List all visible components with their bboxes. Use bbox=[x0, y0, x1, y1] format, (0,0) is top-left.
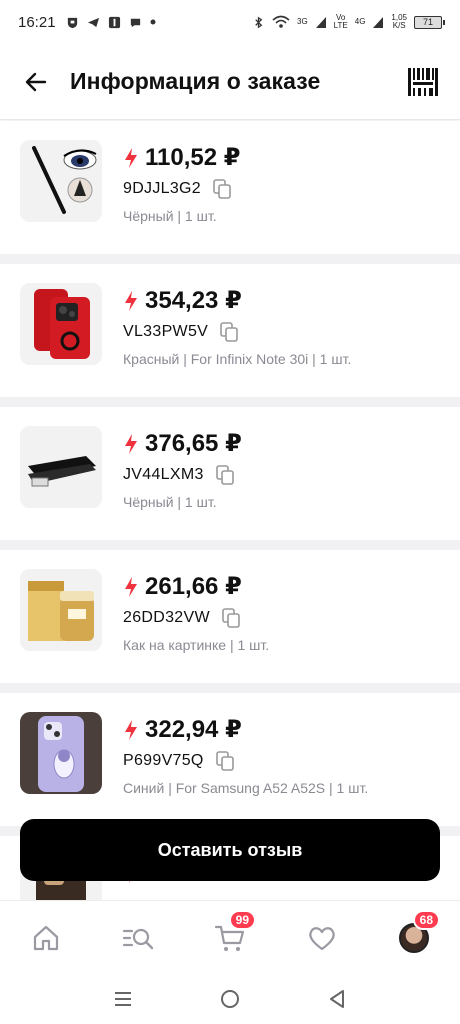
menu-lines-icon bbox=[115, 992, 132, 1006]
copy-code-button[interactable] bbox=[214, 464, 236, 486]
barcode-button[interactable] bbox=[406, 65, 440, 99]
back-system-button[interactable] bbox=[317, 979, 357, 1019]
item-code: VL33PW5V bbox=[123, 323, 209, 340]
product-image[interactable] bbox=[20, 426, 102, 508]
copy-code-button[interactable] bbox=[214, 750, 236, 772]
status-bar: 16:21 3G Vo LTE 4G 1,05 K/S 71 bbox=[0, 0, 460, 44]
battery-icon: 71 bbox=[414, 15, 445, 29]
tab-home[interactable] bbox=[16, 908, 76, 968]
tab-cart[interactable]: 99 bbox=[200, 908, 260, 968]
lightning-icon bbox=[125, 290, 137, 311]
signal-3g-icon bbox=[315, 16, 326, 28]
chat-notification-icon bbox=[130, 18, 140, 27]
tab-favorites[interactable] bbox=[292, 908, 352, 968]
page-title: Информация о заказе bbox=[70, 68, 321, 94]
item-info: 376,65 ₽ JV44LXM3 Чёрный | 1 шт. bbox=[123, 426, 242, 540]
item-code: P699V75Q bbox=[123, 752, 204, 769]
item-variant: Чёрный | 1 шт. bbox=[123, 494, 217, 510]
home-icon bbox=[33, 925, 59, 950]
profile-badge: 68 bbox=[412, 909, 440, 930]
copy-code-button[interactable] bbox=[211, 178, 233, 200]
home-system-button[interactable] bbox=[210, 979, 250, 1019]
barcode-icon bbox=[408, 67, 438, 96]
bottom-tab-bar: 99 68 bbox=[0, 900, 460, 974]
product-image[interactable] bbox=[20, 712, 102, 794]
item-variant: Красный | For Infinix Note 30i | 1 шт. bbox=[123, 351, 352, 367]
copy-icon bbox=[215, 751, 234, 771]
shield-notification-icon bbox=[67, 17, 77, 28]
triangle-back-icon bbox=[329, 990, 344, 1008]
volte-label: Vo LTE bbox=[333, 13, 348, 30]
network-3g-label: 3G bbox=[297, 17, 308, 26]
item-variant: Синий | For Samsung A52 A52S | 1 шт. bbox=[123, 780, 369, 796]
bluetooth-icon bbox=[255, 16, 263, 28]
copy-code-button[interactable] bbox=[220, 607, 242, 629]
item-variant: Чёрный | 1 шт. bbox=[123, 208, 217, 224]
network-4g-label: 4G bbox=[354, 17, 366, 26]
item-price: 110,52 ₽ bbox=[145, 144, 241, 171]
recents-button[interactable] bbox=[103, 979, 143, 1019]
tab-profile[interactable]: 68 bbox=[384, 908, 444, 968]
lightning-icon bbox=[125, 147, 137, 168]
phone-case-purple-picture bbox=[20, 712, 102, 794]
order-item[interactable]: 354,23 ₽ VL33PW5V Красный | For Infinix … bbox=[0, 264, 460, 397]
circle-icon bbox=[220, 990, 239, 1008]
product-image[interactable] bbox=[20, 569, 102, 651]
notification-icons bbox=[66, 16, 156, 29]
heart-icon bbox=[309, 926, 335, 950]
cart-badge: 99 bbox=[228, 909, 256, 930]
phone-case-red-picture bbox=[20, 283, 102, 365]
item-price: 354,23 ₽ bbox=[145, 287, 242, 314]
copy-icon bbox=[222, 608, 240, 628]
catalog-search-icon bbox=[122, 928, 154, 949]
order-item[interactable]: 261,66 ₽ 26DD32VW Как на картинке | 1 шт… bbox=[0, 550, 460, 683]
item-info: 354,23 ₽ VL33PW5V Красный | For Infinix … bbox=[123, 283, 351, 397]
item-price: 322,94 ₽ bbox=[145, 716, 242, 743]
copy-code-button[interactable] bbox=[218, 321, 240, 343]
eyeliner-product-picture bbox=[20, 140, 102, 222]
order-item[interactable]: 322,94 ₽ P699V75Q Синий | For Samsung A5… bbox=[0, 693, 460, 826]
order-items-list[interactable]: 110,52 ₽ 9DJJL3G2 Чёрный | 1 шт. 354,23 … bbox=[0, 121, 460, 901]
leave-review-button[interactable]: Оставить отзыв bbox=[20, 819, 440, 881]
tab-catalog[interactable] bbox=[108, 908, 168, 968]
app-header: Информация о заказе bbox=[0, 44, 460, 120]
order-item[interactable]: 110,52 ₽ 9DJJL3G2 Чёрный | 1 шт. bbox=[0, 121, 460, 254]
signal-4g-icon bbox=[373, 16, 384, 28]
copy-icon bbox=[213, 179, 231, 199]
system-status-icons: 3G Vo LTE 4G 1,05 K/S 71 bbox=[252, 13, 445, 30]
stapler-picture bbox=[20, 426, 102, 508]
divider bbox=[0, 397, 460, 407]
status-time: 16:21 bbox=[18, 13, 56, 31]
item-info: 110,52 ₽ 9DJJL3G2 Чёрный | 1 шт. bbox=[123, 140, 240, 254]
wifi-icon bbox=[272, 15, 290, 28]
product-image[interactable] bbox=[20, 283, 102, 365]
copy-icon bbox=[220, 322, 238, 342]
telegram-icon bbox=[87, 17, 99, 27]
item-info: 322,94 ₽ P699V75Q Синий | For Samsung A5… bbox=[123, 712, 368, 826]
arrow-left-icon bbox=[25, 72, 47, 91]
copy-icon bbox=[215, 465, 234, 485]
divider bbox=[0, 540, 460, 550]
lightning-icon bbox=[125, 576, 137, 597]
cosmetic-cream-picture bbox=[20, 569, 102, 651]
network-speed: 1,05 K/S bbox=[391, 13, 407, 30]
order-item[interactable]: 376,65 ₽ JV44LXM3 Чёрный | 1 шт. bbox=[0, 407, 460, 540]
product-image[interactable] bbox=[20, 140, 102, 222]
item-info: 261,66 ₽ 26DD32VW Как на картинке | 1 шт… bbox=[123, 569, 269, 683]
item-price: 376,65 ₽ bbox=[145, 430, 242, 457]
item-code: JV44LXM3 bbox=[123, 466, 204, 483]
system-navigation bbox=[0, 974, 460, 1024]
item-code: 9DJJL3G2 bbox=[123, 180, 201, 197]
item-price: 261,66 ₽ bbox=[145, 573, 242, 600]
back-button[interactable] bbox=[20, 66, 52, 98]
more-notifications-dot-icon bbox=[150, 19, 156, 25]
divider bbox=[0, 254, 460, 264]
divider bbox=[0, 683, 460, 693]
item-variant: Как на картинке | 1 шт. bbox=[123, 637, 270, 653]
lightning-icon bbox=[125, 719, 137, 740]
lightning-icon bbox=[125, 433, 137, 454]
item-code: 26DD32VW bbox=[123, 609, 210, 626]
app-notification-icon bbox=[108, 16, 120, 28]
